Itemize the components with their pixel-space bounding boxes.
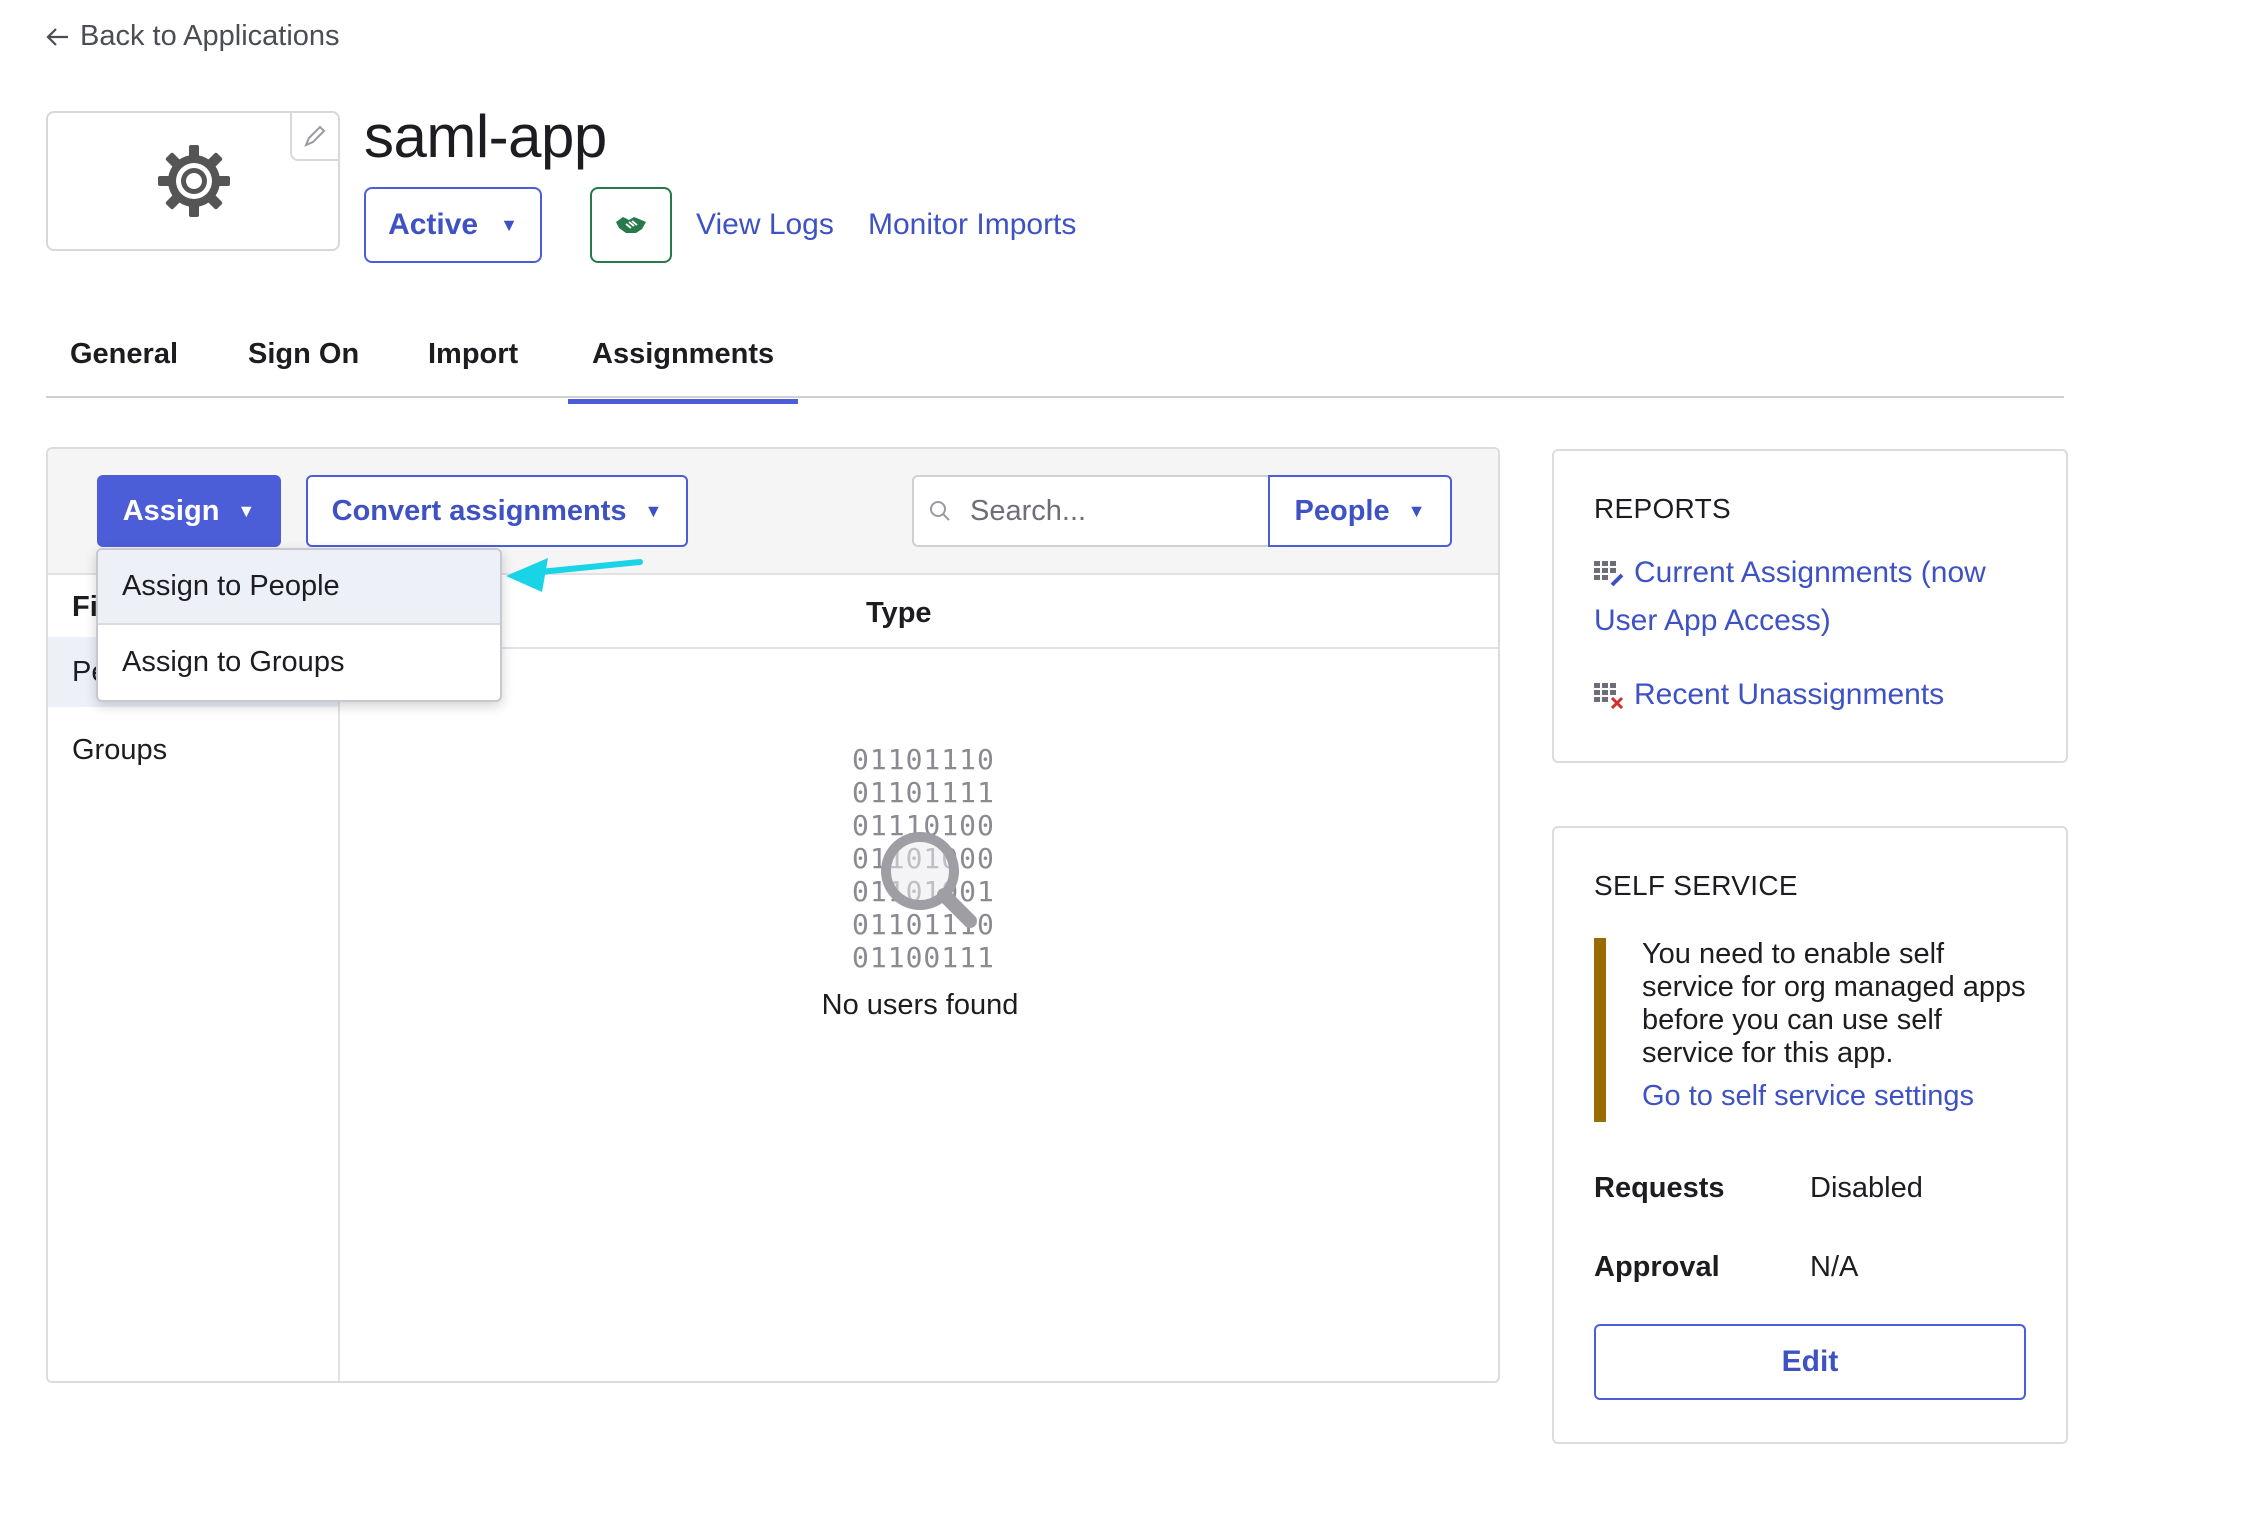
tab-assignments[interactable]: Assignments bbox=[568, 338, 799, 404]
notice-text: You need to enable self service for org … bbox=[1642, 938, 2026, 1069]
self-service-title: SELF SERVICE bbox=[1594, 870, 1798, 901]
search-icon bbox=[930, 501, 950, 521]
edit-logo-button[interactable] bbox=[290, 111, 340, 161]
pencil-icon bbox=[304, 125, 326, 147]
status-label: Active bbox=[388, 208, 479, 241]
self-service-settings-link[interactable]: Go to self service settings bbox=[1642, 1080, 2034, 1113]
approval-label: Approval bbox=[1594, 1251, 1720, 1283]
tab-bar: General Sign On Import Assignments bbox=[46, 330, 2064, 404]
tab-import[interactable]: Import bbox=[404, 338, 542, 398]
approval-value: N/A bbox=[1810, 1251, 1859, 1283]
edit-self-service-button[interactable]: Edit bbox=[1594, 1324, 2026, 1400]
back-link-label: Back to Applications bbox=[80, 20, 340, 52]
caret-down-icon: ▼ bbox=[644, 500, 663, 521]
convert-label: Convert assignments bbox=[331, 494, 627, 527]
reports-title: REPORTS bbox=[1594, 493, 1731, 524]
reports-card: REPORTS Current Assignments (now User Ap… bbox=[1552, 449, 2068, 763]
binary-line: 01101111 bbox=[852, 776, 995, 809]
type-column-header[interactable]: Type bbox=[866, 597, 932, 630]
view-logs-link[interactable]: View Logs bbox=[696, 208, 834, 242]
assign-to-people-item[interactable]: Assign to People bbox=[98, 550, 500, 625]
recent-unassignments-report-link[interactable]: Recent Unassignments bbox=[1594, 671, 1944, 719]
convert-assignments-button[interactable]: Convert assignments ▼ bbox=[306, 475, 688, 547]
app-title: saml-app bbox=[364, 103, 607, 170]
caret-down-icon: ▼ bbox=[1407, 500, 1426, 521]
arrow-left-icon bbox=[46, 27, 68, 46]
self-service-notice: You need to enable self service for org … bbox=[1594, 938, 2034, 1122]
annotation-arrow bbox=[506, 558, 643, 592]
requests-label: Requests bbox=[1594, 1172, 1725, 1204]
self-service-card: SELF SERVICE You need to enable self ser… bbox=[1552, 826, 2068, 1444]
search-input[interactable] bbox=[970, 494, 1230, 528]
recent-unassignments-label: Recent Unassignments bbox=[1634, 678, 1945, 711]
filter-item-groups[interactable]: Groups bbox=[48, 715, 338, 785]
current-assignments-line1: Current Assignments (now bbox=[1634, 556, 1986, 589]
monitor-imports-link[interactable]: Monitor Imports bbox=[868, 208, 1076, 242]
magnifier-icon bbox=[881, 832, 977, 928]
binary-line: 01101110 bbox=[852, 743, 995, 776]
binary-line: 01100111 bbox=[852, 941, 995, 974]
assign-dropdown-menu: Assign to People Assign to Groups bbox=[96, 548, 502, 702]
back-to-applications-link[interactable]: Back to Applications bbox=[46, 20, 340, 53]
empty-state: 01101110 01101111 01110100 01101000 0110… bbox=[340, 649, 1498, 1049]
tab-general[interactable]: General bbox=[46, 338, 202, 398]
caret-down-icon: ▼ bbox=[500, 214, 518, 235]
people-label: People bbox=[1294, 494, 1390, 527]
report-grid-remove-icon bbox=[1594, 683, 1624, 710]
search-field[interactable] bbox=[912, 475, 1268, 547]
people-filter-dropdown[interactable]: People ▼ bbox=[1268, 475, 1452, 547]
current-assignments-line2: User App Access) bbox=[1594, 604, 1831, 637]
current-assignments-report-link[interactable]: Current Assignments (now User App Access… bbox=[1594, 549, 1986, 645]
requests-value: Disabled bbox=[1810, 1172, 1923, 1204]
no-users-message: No users found bbox=[821, 989, 1019, 1021]
assign-to-groups-item[interactable]: Assign to Groups bbox=[98, 625, 500, 700]
provisioning-button[interactable] bbox=[590, 187, 672, 263]
assign-label: Assign bbox=[122, 494, 220, 527]
handshake-icon bbox=[616, 217, 646, 233]
caret-down-icon: ▼ bbox=[237, 500, 256, 521]
gear-icon bbox=[158, 145, 230, 217]
report-grid-icon bbox=[1594, 561, 1624, 587]
tab-sign-on[interactable]: Sign On bbox=[224, 338, 383, 398]
assign-button[interactable]: Assign ▼ bbox=[97, 475, 281, 547]
app-logo bbox=[46, 111, 340, 251]
app-status-dropdown[interactable]: Active ▼ bbox=[364, 187, 542, 263]
